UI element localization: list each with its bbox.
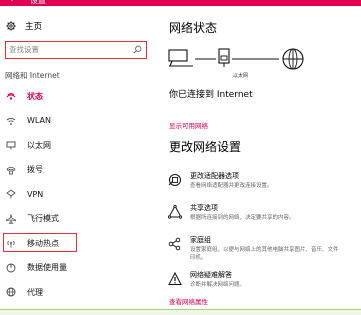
connection-status: 你已连接到 Internet [169, 90, 253, 100]
setting-title: 网络疑难解答 [190, 271, 232, 279]
sidebar-item-data-usage[interactable]: 数据使用量 [0, 258, 158, 278]
home-label: 主页 [25, 22, 43, 32]
search-input[interactable] [9, 43, 127, 56]
computer-icon [168, 49, 193, 67]
setting-title: 更改适配器选项 [190, 172, 239, 180]
sidebar-nav: 状态 WLAN 以太网 拨号 VPN 飞行模式 移动热点 数据使用量 代理 [0, 86, 158, 307]
sidebar-item-ethernet[interactable]: 以太网 [0, 135, 158, 155]
sidebar-item-label: 数据使用量 [27, 263, 67, 272]
vpn-icon [5, 188, 17, 200]
sidebar-item-mobile-hotspot[interactable]: 移动热点 [0, 233, 158, 253]
sidebar-item-vpn[interactable]: VPN [0, 184, 158, 204]
sidebar-item-status[interactable]: 状态 [0, 86, 158, 106]
globe-icon [282, 48, 304, 70]
setting-description: 诊断并解决网络问题。 [190, 282, 246, 288]
bottom-border [0, 309, 361, 315]
setting-title: 家庭组 [190, 236, 211, 244]
view-network-properties-link[interactable]: 查看网络属性 [169, 296, 208, 306]
sidebar-item-label: 拨号 [27, 165, 43, 174]
search-box[interactable] [5, 41, 147, 59]
section-header: 网络和 Internet [5, 71, 60, 80]
setting-description: 根据所连接到的网络，决定要共享的内容。 [190, 215, 295, 221]
setting-description: 设置家庭组，以便与网络上的其他电脑共享图片、音乐、文件 [190, 247, 339, 253]
show-networks-link[interactable]: 显示可用网络 [169, 120, 208, 130]
sidebar-item-proxy[interactable]: 代理 [0, 282, 158, 302]
sidebar-item-label: 移动热点 [27, 238, 59, 248]
sidebar: 主页 网络和 Internet 状态 WLAN 以太网 [0, 6, 158, 309]
main-content: 网络状态 以太网 你已连接到 Internet 显示可用网络 更改网络设置 更改… [158, 6, 361, 309]
setting-description: 查看网络适配器并更改连接设置。 [190, 183, 273, 189]
sidebar-item-label: 以太网 [27, 140, 51, 150]
status-icon [5, 90, 17, 102]
sidebar-item-label: 代理 [27, 287, 43, 297]
back-arrow-icon[interactable]: ← [10, 0, 18, 5]
sidebar-item-airplane-mode[interactable]: 飞行模式 [0, 209, 158, 229]
sidebar-item-label: WLAN [27, 116, 52, 125]
ethernet-port-icon [218, 48, 230, 67]
data-usage-icon [5, 262, 17, 274]
proxy-icon [5, 286, 17, 298]
dialup-icon [5, 164, 17, 176]
sidebar-item-label: 飞行模式 [27, 214, 59, 223]
section-title: 更改网络设置 [169, 140, 242, 154]
ethernet-icon [5, 139, 17, 151]
adapter-icon [168, 174, 181, 186]
sharing-icon [168, 205, 182, 219]
sidebar-item-dialup[interactable]: 拨号 [0, 160, 158, 180]
homegroup-icon [168, 237, 181, 251]
sidebar-item-wlan[interactable]: WLAN [0, 111, 158, 131]
setting-title: 共享选项 [190, 204, 218, 212]
airplane-icon [5, 213, 17, 225]
sidebar-item-label: VPN [27, 189, 44, 199]
gear-icon [6, 21, 16, 31]
wifi-icon [5, 115, 17, 127]
warning-icon [168, 272, 182, 285]
ethernet-label: 以太网 [233, 73, 249, 79]
sidebar-home[interactable]: 主页 [6, 19, 42, 33]
sidebar-item-label: 状态 [27, 91, 43, 101]
setting-description-continued: 印机。 [190, 255, 207, 261]
hotspot-icon [5, 237, 17, 249]
search-icon[interactable] [133, 45, 142, 54]
page-title: 网络状态 [169, 21, 218, 35]
